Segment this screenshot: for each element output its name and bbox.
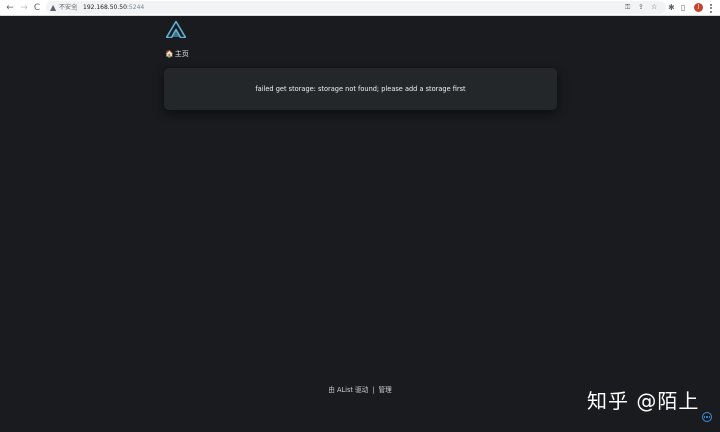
- footer-separator: |: [372, 386, 375, 394]
- manage-link[interactable]: 管理: [379, 385, 392, 395]
- forward-icon[interactable]: →: [18, 2, 30, 14]
- extensions-icon[interactable]: ✱: [668, 2, 675, 14]
- breadcrumb-home-link[interactable]: 主页: [175, 49, 189, 59]
- zhihu-watermark: 知乎 @陌上: [587, 389, 700, 413]
- alist-logo[interactable]: [166, 21, 186, 38]
- reload-icon[interactable]: C: [31, 2, 43, 14]
- error-message: failed get storage: storage not found; p…: [255, 85, 466, 93]
- url-host: 192.168.50.50: [83, 4, 127, 11]
- key-icon[interactable]: ⚿: [625, 1, 630, 14]
- warning-icon[interactable]: ▲: [50, 2, 56, 13]
- security-label[interactable]: 不安全: [59, 1, 77, 14]
- error-card: failed get storage: storage not found; p…: [164, 68, 557, 110]
- side-panel-icon[interactable]: ▯: [681, 2, 685, 14]
- chat-bubble-icon[interactable]: [702, 412, 712, 422]
- url-text[interactable]: 192.168.50.50:5244: [83, 1, 144, 14]
- back-icon[interactable]: ←: [4, 2, 16, 14]
- address-bar[interactable]: ▲ 不安全 192.168.50.50:5244 ⚿ ⇪ ☆: [46, 1, 666, 14]
- star-icon[interactable]: ☆: [651, 1, 657, 14]
- profile-avatar[interactable]: J: [694, 3, 703, 12]
- more-menu-icon[interactable]: [708, 2, 714, 14]
- powered-by-link[interactable]: 由 AList 驱动: [328, 385, 368, 395]
- browser-toolbar: ← → C ▲ 不安全 192.168.50.50:5244 ⚿ ⇪ ☆ ✱ ▯…: [0, 0, 720, 16]
- home-icon[interactable]: 🏠: [165, 48, 174, 60]
- url-port: :5244: [126, 4, 145, 11]
- breadcrumb: 🏠 主页: [165, 48, 189, 60]
- share-icon[interactable]: ⇪: [638, 1, 644, 14]
- url-divider: [76, 4, 77, 11]
